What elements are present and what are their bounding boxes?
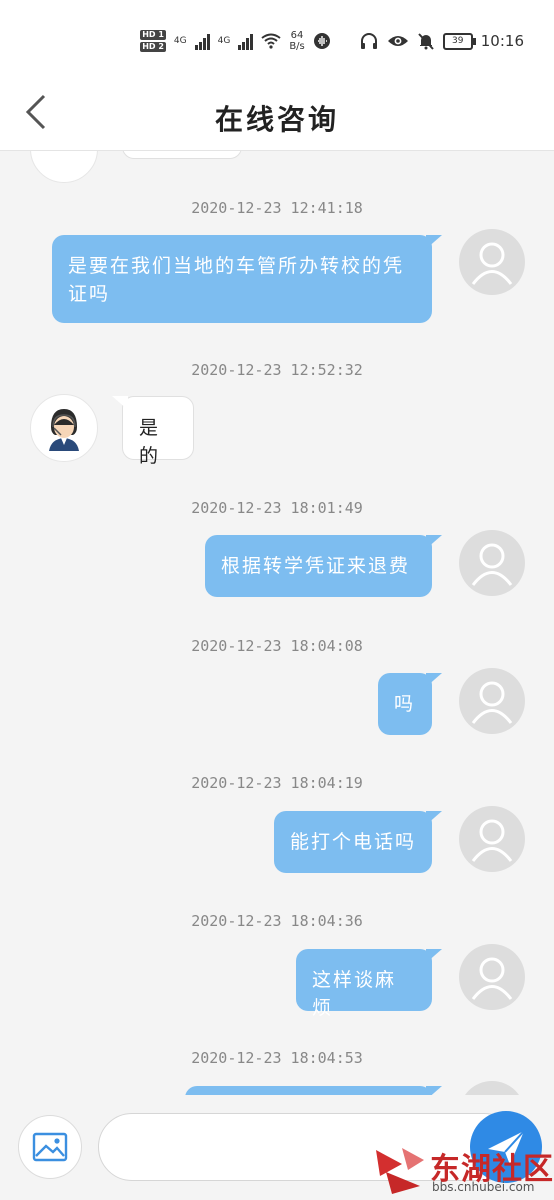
user-silhouette-icon: [471, 242, 513, 285]
user-avatar: [459, 530, 525, 596]
customer-service-agent-icon: [49, 409, 79, 451]
message-timestamp: 2020-12-23 18:04:53: [191, 1049, 363, 1067]
wifi-icon: [261, 33, 281, 49]
message-bubble-partial: [122, 151, 242, 159]
user-avatar: [459, 944, 525, 1010]
status-icons: HD 1 HD 2 4G 4G 64 B/s 39 10:16: [140, 26, 524, 56]
user-avatar: [459, 229, 525, 295]
battery-level: 39: [452, 35, 464, 46]
message-bubble[interactable]: 是的: [112, 396, 194, 467]
user-silhouette-icon: [471, 957, 513, 1000]
hd-indicator: HD 1 HD 2: [140, 30, 166, 52]
network-speed: 64 B/s: [289, 30, 304, 52]
user-avatar: [459, 1081, 525, 1095]
agent-avatar: [30, 394, 98, 462]
page-title: 在线咨询: [214, 103, 339, 136]
headphones-icon: [360, 33, 377, 49]
avatar: [30, 151, 98, 183]
message-timestamp: 2020-12-23 12:52:32: [191, 361, 363, 379]
battery-icon: 39: [442, 32, 476, 50]
watermark-url: bbs.cnhubei.com: [432, 1180, 535, 1194]
message-bubble[interactable]: 是要在我们当地的车管所办转校的凭证吗: [52, 235, 442, 323]
message-timestamp: 2020-12-23 18:04:19: [191, 774, 363, 792]
message-timestamp: 2020-12-23 12:41:18: [191, 199, 363, 217]
image-icon: [32, 1132, 68, 1162]
user-avatar: [459, 806, 525, 872]
mute-bell-icon: [418, 33, 434, 50]
sim1-label: HD 1: [140, 30, 166, 40]
watermark: 东湖社区 bbs.cnhubei.com: [372, 1140, 554, 1200]
sim2-label: HD 2: [140, 42, 166, 52]
status-bar: HD 1 HD 2 4G 4G 64 B/s 39 10:16: [0, 0, 554, 80]
chat-area[interactable]: 2020-12-23 12:41:18 是要在我们当地的车管所办转校的凭证吗 2…: [0, 151, 554, 1095]
user-silhouette-icon: [471, 681, 513, 724]
message-bubble[interactable]: 能打个电话吗: [274, 811, 442, 873]
watermark-logo-icon: [376, 1148, 424, 1194]
message-bubble[interactable]: 这样谈麻烦: [296, 949, 442, 1019]
speed-unit: B/s: [289, 41, 305, 52]
nav-header: 在线咨询: [0, 80, 554, 151]
message-timestamp: 2020-12-23 18:04:08: [191, 637, 363, 655]
speed-value: 64: [290, 30, 304, 41]
message-bubble[interactable]: 吗: [378, 673, 442, 735]
network-type-1: 4G: [173, 36, 187, 46]
network-type-2: 4G: [217, 36, 231, 46]
message-bubble[interactable]: [185, 1086, 442, 1095]
message-timestamp: 2020-12-23 18:04:36: [191, 912, 363, 930]
eye-icon: [387, 36, 408, 46]
signal-icon-2: [238, 32, 254, 50]
user-silhouette-icon: [471, 819, 513, 862]
message-bubble[interactable]: 根据转学凭证来退费: [205, 535, 442, 597]
clock: 10:16: [480, 32, 524, 50]
signal-icon: [194, 32, 210, 50]
user-avatar: [459, 668, 525, 734]
message-timestamp: 2020-12-23 18:01:49: [191, 499, 363, 517]
user-silhouette-icon: [471, 543, 513, 586]
image-button[interactable]: [18, 1115, 82, 1179]
voice-icon: [313, 33, 330, 49]
